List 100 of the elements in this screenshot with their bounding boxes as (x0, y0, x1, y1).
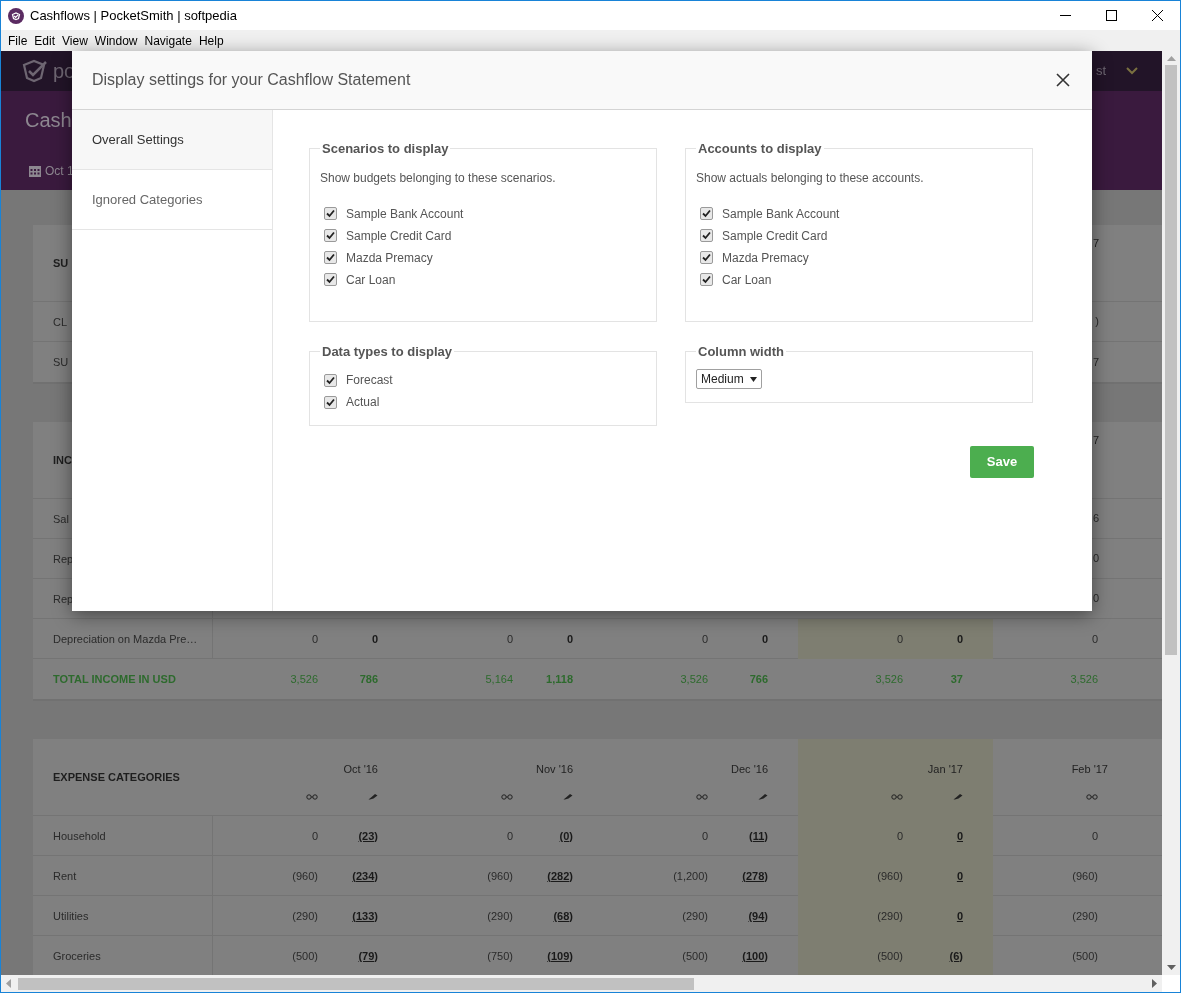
amount-link[interactable]: (133) (352, 907, 378, 925)
chevron-down-icon (1126, 67, 1138, 75)
table-cell-text: (960) (487, 868, 513, 884)
table-cell-text: 0 (1091, 631, 1098, 647)
vertical-scrollbar[interactable] (1162, 51, 1180, 975)
close-icon (1151, 10, 1163, 21)
checkbox-label: Sample Credit Card (722, 227, 828, 245)
close-icon (1056, 73, 1070, 87)
amount-link[interactable]: (11) (749, 827, 768, 845)
row-label: Depreciation on Mazda Pre… (53, 631, 198, 647)
table-cell-text: 0 (1092, 591, 1099, 607)
table-cell-text: 0 (506, 631, 513, 647)
month-label: Nov '16 (536, 761, 573, 777)
dialog-title: Display settings for your Cashflow Statement (92, 70, 411, 90)
settings-tab[interactable]: Ignored Categories (72, 170, 272, 230)
table-cell-text: (500) (292, 948, 318, 964)
table-cell-text: (290) (682, 908, 708, 924)
section-heading: EXPENSE CATEGORIES (53, 770, 180, 786)
menu-item[interactable]: View (59, 31, 91, 50)
table-cell-text: 0 (761, 631, 768, 647)
checkbox-label: Sample Bank Account (722, 205, 840, 223)
amount-link[interactable]: (234) (352, 867, 378, 885)
amount-link[interactable]: (100) (742, 947, 768, 965)
month-label: Feb '17 (1071, 761, 1108, 777)
group-description: Show budgets belonging to these scenarios. (320, 169, 557, 187)
checkbox-label: Mazda Premacy (722, 249, 809, 267)
amount-link[interactable]: (79) (358, 947, 378, 965)
table-cell-text: 0 (311, 631, 318, 647)
amount-link[interactable]: (94) (748, 907, 768, 925)
table-cell-text: (290) (487, 908, 513, 924)
checkbox-label: Sample Credit Card (346, 227, 452, 245)
glasses-icon (696, 793, 708, 800)
menu-item[interactable]: File (5, 31, 31, 50)
scroll-right-icon[interactable] (1152, 979, 1157, 988)
close-button[interactable] (1056, 73, 1070, 87)
row-label: Sal (53, 511, 69, 527)
horizontal-scrollbar[interactable] (1, 975, 1162, 992)
section-heading: INC (53, 453, 72, 469)
amount-link[interactable]: (282) (547, 867, 573, 885)
width-dropdown[interactable]: Medium (696, 369, 762, 389)
table-cell-text: 0 (956, 631, 963, 647)
save-button[interactable]: Save (970, 446, 1034, 478)
row-label: Rep (53, 551, 74, 567)
menu-item[interactable]: Window (91, 31, 141, 50)
glasses-icon (1086, 793, 1098, 800)
table-cell-text: 3,526 (290, 671, 318, 687)
group-description: Show actuals belonging to these accounts. (696, 169, 925, 187)
group-title: Scenarios to display (321, 140, 450, 158)
checkbox-label: Actual (346, 394, 380, 411)
amount-link[interactable]: (68) (553, 907, 573, 925)
month-label: Oct '16 (343, 761, 378, 777)
table-cell-text: (500) (682, 948, 708, 964)
menu-item[interactable]: Navigate (141, 31, 195, 50)
month-label: 7 (1092, 433, 1099, 448)
glasses-icon (891, 793, 903, 800)
checkbox-label: Car Loan (346, 271, 396, 289)
amount-link[interactable]: 0 (956, 867, 963, 885)
table-cell-text: (500) (877, 948, 903, 964)
table-cell-text: 0 (701, 828, 708, 844)
checkbox[interactable] (700, 251, 713, 264)
checkbox[interactable] (324, 395, 337, 409)
table-cell-text: 0 (371, 631, 378, 647)
checkbox[interactable] (700, 273, 713, 286)
maximize-icon (1105, 10, 1117, 21)
pen-icon (368, 793, 378, 800)
table-cell-text: 0 (311, 828, 318, 844)
checkbox[interactable] (324, 251, 337, 264)
table-cell-text: 3,526 (875, 671, 903, 687)
scroll-down-icon[interactable] (1166, 965, 1176, 970)
scrollbar-thumb[interactable] (1165, 65, 1177, 655)
amount-link[interactable]: (6) (949, 947, 963, 965)
checkbox[interactable] (700, 207, 713, 220)
amount-link[interactable]: (109) (547, 947, 573, 965)
menu-item[interactable]: Edit (31, 31, 59, 50)
group-title: Column width (697, 342, 785, 361)
amount-link[interactable]: 0 (956, 907, 963, 925)
checkbox[interactable] (324, 207, 337, 220)
table-cell-text: 6 (1092, 511, 1099, 527)
settings-tab[interactable]: Overall Settings (72, 110, 272, 170)
month-label: 7 (1092, 236, 1099, 251)
checkbox[interactable] (324, 273, 337, 286)
checkbox[interactable] (324, 373, 337, 387)
table-cell-text: (960) (292, 868, 318, 884)
table-cell-text: (290) (877, 908, 903, 924)
amount-link[interactable]: (0) (559, 827, 573, 845)
scrollbar-thumb[interactable] (18, 977, 694, 990)
table-cell-text: (500) (1072, 948, 1098, 964)
amount-link[interactable]: (278) (742, 867, 768, 885)
table-cell-text: 0 (506, 828, 513, 844)
table-cell-text: (1,200) (673, 868, 708, 884)
table-cell-text: 3,526 (680, 671, 708, 687)
table-cell-text: (750) (487, 948, 513, 964)
table-cell-text: 3,526 (1070, 671, 1098, 687)
amount-link[interactable]: 0 (956, 827, 963, 845)
menu-item[interactable]: Help (195, 31, 227, 50)
checkbox[interactable] (700, 229, 713, 242)
table-cell-text: 5,164 (485, 671, 513, 687)
amount-link[interactable]: (23) (358, 827, 378, 845)
checkbox[interactable] (324, 229, 337, 242)
table-cell-text: 7 (1092, 354, 1099, 370)
